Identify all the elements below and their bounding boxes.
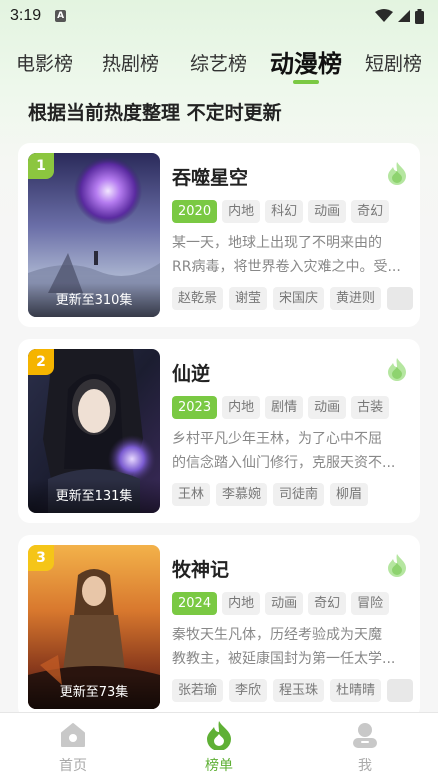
tab-variety[interactable]: 综艺榜 <box>190 49 247 76</box>
genre-tag: 内地 <box>222 200 261 223</box>
year-tag: 2024 <box>172 592 218 615</box>
battery-icon <box>415 8 424 24</box>
ranking-card[interactable]: 3 更新至73集 牧神记 2024 内地 动画 奇幻 冒险 秦牧天生凡体，历经考… <box>18 535 420 719</box>
flame-icon <box>388 358 406 381</box>
tag-list: 2020 内地 科幻 动画 奇幻 <box>172 200 390 223</box>
cast-list: 王林 李慕婉 司徒南 柳眉 <box>172 483 369 506</box>
cast-chip: 柳眉 <box>330 483 369 506</box>
rank-badge: 3 <box>28 545 54 571</box>
cast-chip: 黄进则 <box>330 287 382 310</box>
cast-list: 张若瑜 李欣 程玉珠 杜晴晴 <box>172 679 414 702</box>
description-line: 秦牧天生凡体，历经考验成为天魔 <box>172 627 382 643</box>
active-tab-indicator <box>293 80 319 84</box>
cast-chip: 谢莹 <box>229 287 268 310</box>
description: 某一天，地球上出现了不明来由的 RR病毒，将世界卷入灾难之中。受... <box>172 231 404 279</box>
cast-chip: 王林 <box>172 483 211 506</box>
cast-chip: 李欣 <box>229 679 268 702</box>
cast-chip: 张若瑜 <box>172 679 224 702</box>
description-line: RR病毒，将世界卷入灾难之中。受... <box>172 259 401 275</box>
nav-home-label: 首页 <box>59 758 87 774</box>
genre-tag: 动画 <box>308 200 347 223</box>
cast-chip: 程玉珠 <box>273 679 325 702</box>
genre-tag: 剧情 <box>265 396 304 419</box>
nav-rankings-label: 榜单 <box>205 758 233 774</box>
wifi-icon <box>375 9 393 22</box>
cast-chip: 杜晴晴 <box>330 679 382 702</box>
tag-list: 2024 内地 动画 奇幻 冒险 <box>172 592 390 615</box>
ranking-card[interactable]: 2 更新至131集 仙逆 2023 内地 剧情 动画 古装 乡村平凡少年王林，为… <box>18 339 420 523</box>
ranking-subtitle: 根据当前热度整理 不定时更新 <box>28 102 282 124</box>
nav-profile-label: 我 <box>358 758 372 774</box>
signal-icon <box>398 10 410 22</box>
flame-icon <box>388 554 406 577</box>
poster-image: 1 更新至310集 <box>28 153 160 317</box>
profile-icon <box>353 723 377 748</box>
status-time: 3:19 <box>10 7 42 24</box>
year-tag: 2023 <box>172 396 218 419</box>
genre-tag: 奇幻 <box>351 200 390 223</box>
description-line: 某一天，地球上出现了不明来由的 <box>172 235 382 251</box>
flame-icon <box>388 162 406 185</box>
episode-status: 更新至73集 <box>28 675 160 709</box>
genre-tag: 动画 <box>308 396 347 419</box>
rank-badge: 2 <box>28 349 54 375</box>
title: 牧神记 <box>172 559 230 581</box>
description-line: 乡村平凡少年王林，为了心中不屈 <box>172 431 382 447</box>
title: 仙逆 <box>172 363 211 385</box>
nav-profile[interactable]: 我 <box>325 719 405 775</box>
category-tabs: 电影榜 热剧榜 综艺榜 动漫榜 短剧榜 <box>0 38 438 86</box>
description-line: 的信念踏入仙门修行，克服天资不... <box>172 455 396 471</box>
status-bar: 3:19 A <box>0 0 438 32</box>
description: 秦牧天生凡体，历经考验成为天魔 教教主，被延康国封为第一任太学... <box>172 623 404 671</box>
genre-tag: 内地 <box>222 592 261 615</box>
episode-status: 更新至131集 <box>28 479 160 513</box>
notification-icon: A <box>55 10 67 22</box>
poster-image: 3 更新至73集 <box>28 545 160 709</box>
nav-home[interactable]: 首页 <box>33 719 113 775</box>
cast-list: 赵乾景 谢莹 宋国庆 黄进则 <box>172 287 414 310</box>
cast-chip: 宋国庆 <box>273 287 325 310</box>
cast-chip: 司徒南 <box>273 483 325 506</box>
genre-tag: 古装 <box>351 396 390 419</box>
tab-short-drama[interactable]: 短剧榜 <box>365 49 422 76</box>
genre-tag: 动画 <box>265 592 304 615</box>
tag-list: 2023 内地 剧情 动画 古装 <box>172 396 390 419</box>
title: 吞噬星空 <box>172 167 249 189</box>
poster-image: 2 更新至131集 <box>28 349 160 513</box>
nav-rankings[interactable]: 榜单 <box>179 719 259 775</box>
genre-tag: 奇幻 <box>308 592 347 615</box>
ranking-card[interactable]: 1 更新至310集 吞噬星空 2020 内地 科幻 动画 奇幻 某一天，地球上出… <box>18 143 420 327</box>
tab-movies[interactable]: 电影榜 <box>16 49 73 76</box>
flame-icon <box>207 721 231 750</box>
cast-chip: 李慕婉 <box>216 483 268 506</box>
year-tag: 2020 <box>172 200 218 223</box>
episode-status: 更新至310集 <box>28 283 160 317</box>
rank-badge: 1 <box>28 153 54 179</box>
genre-tag: 冒险 <box>351 592 390 615</box>
description: 乡村平凡少年王林，为了心中不屈 的信念踏入仙门修行，克服天资不... <box>172 427 404 475</box>
genre-tag: 内地 <box>222 396 261 419</box>
bottom-nav: 首页 榜单 我 <box>0 712 438 780</box>
genre-tag: 科幻 <box>265 200 304 223</box>
home-icon <box>61 723 85 747</box>
cast-chip: 赵乾景 <box>172 287 224 310</box>
tab-tv-series[interactable]: 热剧榜 <box>102 49 159 76</box>
more-cast-chip <box>387 679 414 702</box>
tab-anime[interactable]: 动漫榜 <box>270 44 342 79</box>
more-cast-chip <box>387 287 414 310</box>
description-line: 教教主，被延康国封为第一任太学... <box>172 651 396 667</box>
